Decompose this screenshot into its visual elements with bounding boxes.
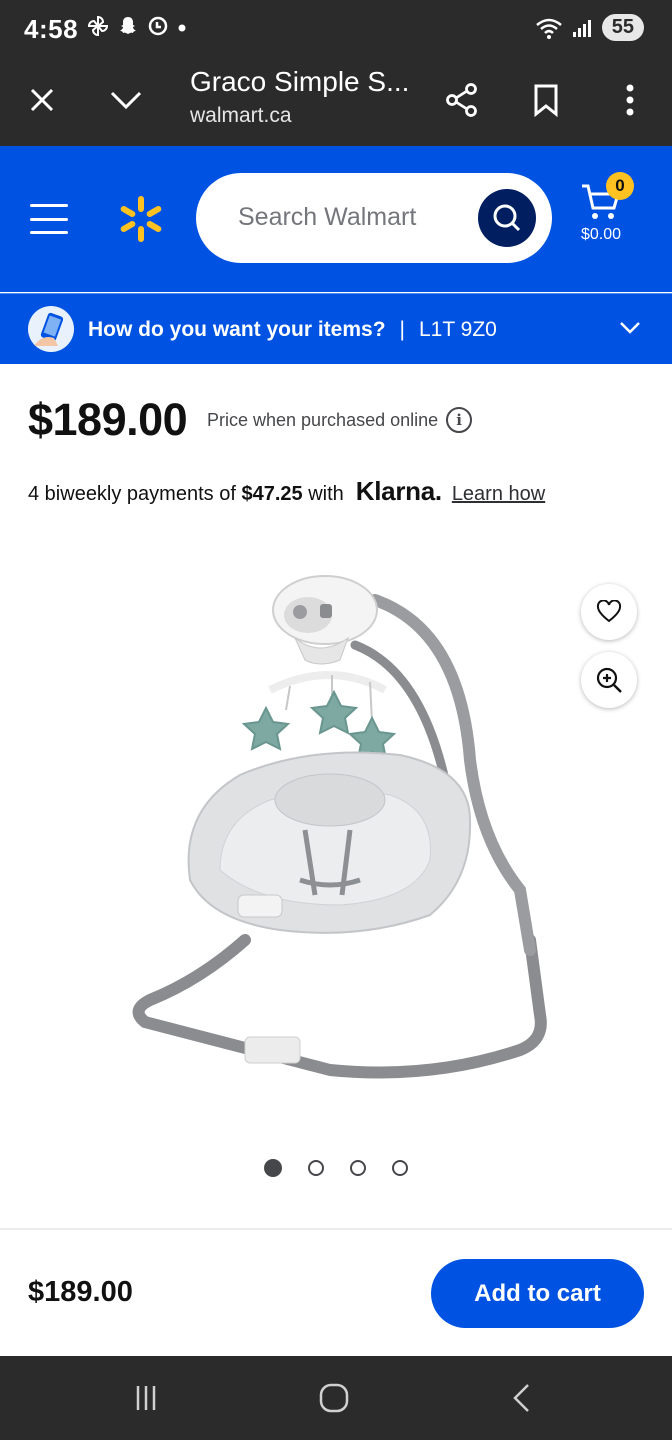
- carousel-dot[interactable]: [350, 1160, 366, 1176]
- cart-count-badge: 0: [606, 172, 634, 200]
- menu-icon-line: [30, 204, 68, 207]
- search-icon: [493, 204, 521, 232]
- signal-icon: [572, 19, 591, 37]
- delivery-question-text: How do you want your items?: [88, 318, 386, 341]
- dot-icon: [178, 24, 186, 32]
- carousel-dot[interactable]: [308, 1160, 324, 1176]
- klarna-prefix: 4 biweekly payments of: [28, 483, 236, 505]
- chevron-down-icon: [110, 91, 142, 110]
- favorite-button[interactable]: [581, 584, 637, 640]
- chevron-down-icon: [620, 322, 640, 334]
- sync-icon: [148, 16, 168, 36]
- divider: [0, 1228, 672, 1230]
- bookmark-icon: [534, 84, 558, 117]
- wifi-icon: [535, 18, 562, 39]
- menu-icon-line: [30, 217, 68, 221]
- zoom-in-icon: [596, 667, 622, 693]
- menu-icon-line: [30, 231, 68, 234]
- carousel-dot[interactable]: [392, 1160, 408, 1176]
- home-button[interactable]: [314, 1378, 354, 1418]
- info-icon[interactable]: i: [446, 407, 473, 433]
- notification-icons: [86, 14, 188, 38]
- browser-toolbar: Graco Simple S... walmart.ca: [0, 58, 672, 146]
- klarna-amount: $47.25: [241, 483, 303, 505]
- delivery-phone-icon: [28, 306, 74, 352]
- more-options-button[interactable]: [608, 78, 652, 122]
- product-price: $189.00: [28, 394, 188, 445]
- tab-title[interactable]: Graco Simple S...: [190, 66, 409, 98]
- minimize-tab-button[interactable]: [104, 78, 148, 122]
- klarna-with: with: [308, 483, 344, 505]
- zoom-button[interactable]: [581, 652, 637, 708]
- walmart-header: Search Walmart 0 $0.00: [0, 146, 672, 292]
- tab-url[interactable]: walmart.ca: [190, 104, 292, 128]
- cart-button[interactable]: 0 $0.00: [576, 172, 646, 252]
- walmart-spark-logo[interactable]: [116, 194, 166, 244]
- pinwheel-icon: [87, 15, 109, 37]
- price-note-text: Price when purchased online: [207, 409, 439, 430]
- delivery-selector[interactable]: How do you want your items? | L1T 9Z0: [0, 293, 672, 364]
- cart-total: $0.00: [581, 226, 622, 243]
- menu-button[interactable]: [30, 204, 68, 234]
- product-image[interactable]: [100, 560, 580, 1100]
- sticky-price: $189.00: [28, 1276, 133, 1308]
- postal-code: L1T 9Z0: [419, 318, 497, 341]
- carousel-dot-active[interactable]: [264, 1159, 282, 1177]
- bookmark-button[interactable]: [524, 78, 568, 122]
- add-to-cart-button[interactable]: Add to cart: [431, 1259, 644, 1328]
- snapchat-icon: [120, 17, 136, 34]
- search-button[interactable]: [478, 189, 536, 247]
- search-placeholder: Search Walmart: [238, 203, 417, 231]
- system-status: 55: [534, 14, 644, 41]
- share-button[interactable]: [440, 78, 484, 122]
- price-note: Price when purchased online i: [207, 407, 473, 433]
- delivery-separator: |: [399, 318, 405, 341]
- klarna-payment-info: 4 biweekly payments of $47.25 with Klarn…: [28, 476, 545, 507]
- klarna-logo: Klarna.: [355, 476, 442, 506]
- recents-icon: [136, 1386, 156, 1410]
- status-time: 4:58: [24, 14, 79, 44]
- image-carousel-dots: [264, 1159, 408, 1177]
- back-icon: [513, 1384, 529, 1412]
- recents-button[interactable]: [126, 1378, 166, 1418]
- close-tab-button[interactable]: [20, 78, 64, 122]
- battery-indicator: 55: [601, 14, 644, 41]
- status-bar: 4:58 55: [0, 0, 672, 58]
- heart-icon: [596, 600, 622, 623]
- search-input[interactable]: Search Walmart: [196, 173, 552, 263]
- battery-level: 55: [611, 16, 634, 38]
- back-button[interactable]: [502, 1378, 542, 1418]
- learn-how-link[interactable]: Learn how: [452, 483, 545, 506]
- more-vert-icon: [626, 84, 634, 116]
- android-navigation-bar: [0, 1356, 672, 1440]
- home-icon: [319, 1383, 349, 1413]
- share-icon: [446, 83, 477, 117]
- delivery-question: How do you want your items? | L1T 9Z0: [88, 318, 497, 342]
- close-icon: [30, 88, 54, 112]
